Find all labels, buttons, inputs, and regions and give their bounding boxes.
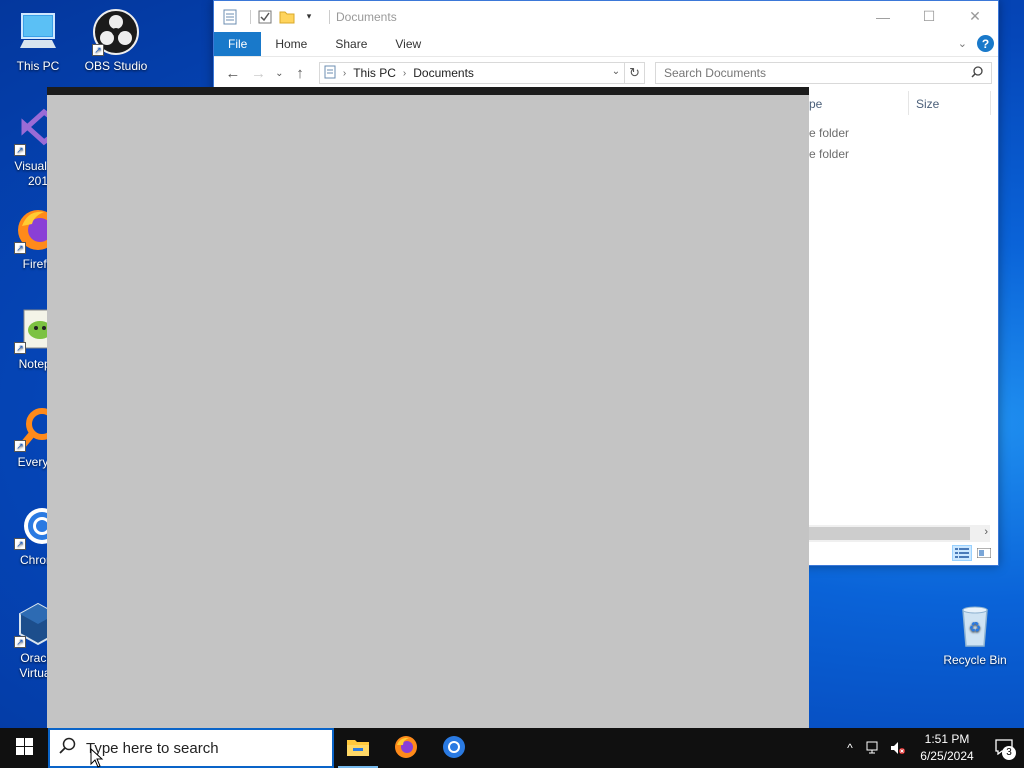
- shortcut-arrow-icon: ↗: [14, 342, 26, 354]
- breadcrumb-chevron-icon[interactable]: ›: [343, 68, 346, 79]
- large-icons-view-icon[interactable]: [974, 545, 994, 561]
- windows-logo-icon: [15, 738, 33, 758]
- recent-locations-chevron-icon[interactable]: ⌄: [271, 68, 287, 79]
- breadcrumb-chevron-icon[interactable]: ›: [403, 68, 406, 79]
- shortcut-arrow-icon: ↗: [14, 242, 26, 254]
- taskbar-firefox[interactable]: [382, 728, 430, 768]
- scroll-right-arrow-icon[interactable]: ›: [984, 526, 988, 538]
- start-button[interactable]: [0, 728, 48, 768]
- address-bar[interactable]: › This PC › Documents ⌄: [318, 62, 626, 84]
- clock-time: 1:51 PM: [924, 732, 970, 746]
- column-size-header[interactable]: Size: [916, 97, 939, 111]
- breadcrumb-this-pc[interactable]: This PC: [353, 66, 396, 80]
- desktop-icon-this-pc[interactable]: This PC: [0, 8, 76, 74]
- shortcut-arrow-icon: ↗: [92, 44, 104, 56]
- address-row: ← → ⌄ ↑ › This PC › Documents ⌄ ↻ Search…: [214, 56, 998, 89]
- tab-home[interactable]: Home: [261, 32, 321, 56]
- maximize-button[interactable]: ☐: [906, 1, 952, 32]
- forward-arrow-icon[interactable]: →: [246, 65, 272, 82]
- up-arrow-icon[interactable]: ↑: [287, 65, 313, 82]
- system-tray: ^ 1:51 PM 6/25/2024 3: [838, 728, 1024, 768]
- desktop-icon-label: OBS Studio: [84, 59, 148, 73]
- back-arrow-icon[interactable]: ←: [220, 65, 246, 82]
- file-row-type[interactable]: e folder: [809, 126, 849, 140]
- desktop-icon-obs-studio[interactable]: ↗ OBS Studio: [78, 8, 154, 74]
- divider: [329, 9, 330, 24]
- breadcrumb-documents[interactable]: Documents: [413, 66, 474, 80]
- minimize-button[interactable]: —: [860, 1, 906, 32]
- quick-access-dropdown-icon[interactable]: ▾: [301, 9, 317, 25]
- file-explorer-icon: [346, 737, 370, 760]
- taskbar-chrome[interactable]: [430, 728, 478, 768]
- taskbar-file-explorer[interactable]: [334, 728, 382, 768]
- show-hidden-icons-chevron-icon[interactable]: ^: [838, 728, 862, 768]
- close-button[interactable]: ✕: [952, 1, 998, 32]
- details-view-icon[interactable]: [952, 545, 972, 561]
- desktop-icon-recycle-bin[interactable]: ♻ Recycle Bin: [937, 602, 1013, 668]
- column-divider[interactable]: [990, 91, 991, 115]
- properties-icon[interactable]: [222, 9, 238, 25]
- ribbon-tabs: File Home Share View ⌄ ?: [214, 32, 998, 56]
- overlay-window-top-bar[interactable]: [47, 87, 809, 95]
- clock-date: 6/25/2024: [920, 749, 974, 763]
- new-folder-icon[interactable]: [279, 9, 295, 25]
- search-icon: [58, 737, 76, 759]
- volume-muted-icon[interactable]: [886, 728, 910, 768]
- file-row-type[interactable]: e folder: [809, 147, 849, 161]
- obs-studio-icon: ↗: [92, 8, 140, 56]
- search-placeholder: Search Documents: [663, 66, 766, 80]
- window-title: Documents: [336, 9, 397, 24]
- recycle-bin-icon: ♻: [951, 602, 999, 650]
- svg-text:♻: ♻: [969, 619, 982, 635]
- search-documents-input[interactable]: Search Documents: [654, 62, 992, 84]
- shortcut-arrow-icon: ↗: [14, 636, 26, 648]
- shortcut-arrow-icon: ↗: [14, 440, 26, 452]
- gray-overlay-window[interactable]: [47, 87, 809, 729]
- scrollbar-thumb[interactable]: [804, 527, 970, 540]
- desktop-icon-label: This PC: [16, 59, 60, 73]
- address-dropdown-icon[interactable]: ⌄: [612, 66, 620, 77]
- firefox-icon: [394, 735, 418, 762]
- taskbar-search-placeholder: Type here to search: [86, 739, 219, 757]
- clock[interactable]: 1:51 PM 6/25/2024: [910, 731, 984, 765]
- action-center-button[interactable]: 3: [984, 728, 1024, 768]
- mouse-cursor-icon: [90, 747, 104, 768]
- checkmark-icon[interactable]: [257, 9, 273, 25]
- shortcut-arrow-icon: ↗: [14, 144, 26, 156]
- tab-file[interactable]: File: [214, 32, 262, 56]
- tab-share[interactable]: Share: [321, 32, 381, 56]
- tab-view[interactable]: View: [381, 32, 435, 56]
- search-icon: [971, 65, 983, 81]
- chrome-icon: [442, 735, 466, 762]
- notification-count-badge: 3: [1002, 746, 1016, 760]
- divider: [250, 9, 251, 24]
- taskbar: Type here to search ^ 1:51 PM 6/25/2024: [0, 728, 1024, 768]
- help-icon[interactable]: ?: [977, 35, 994, 52]
- explorer-title-bar[interactable]: ▾ Documents — ☐ ✕: [214, 1, 998, 32]
- shortcut-arrow-icon: ↗: [14, 538, 26, 550]
- desktop-icon-label: Recycle Bin: [943, 653, 1007, 667]
- network-icon[interactable]: [862, 728, 886, 768]
- refresh-icon[interactable]: ↻: [625, 62, 645, 84]
- this-pc-icon: [14, 8, 62, 56]
- column-type-header[interactable]: pe: [809, 97, 822, 111]
- column-divider[interactable]: [908, 91, 909, 115]
- expand-ribbon-icon[interactable]: ⌄: [958, 37, 967, 50]
- documents-location-icon: [324, 65, 336, 82]
